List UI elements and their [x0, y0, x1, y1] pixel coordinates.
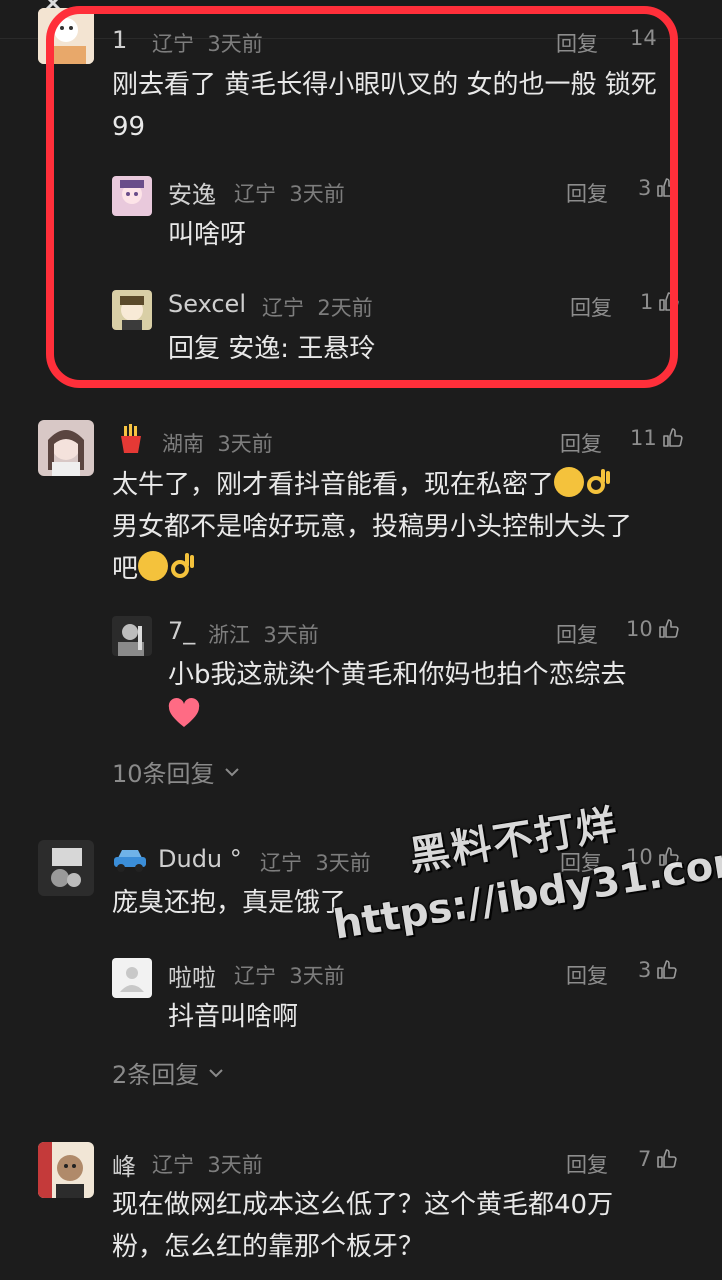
- comment-meta: 辽宁 3天前: [152, 1149, 263, 1179]
- like-button[interactable]: 7: [638, 1147, 679, 1171]
- ok-hand-emoji: [168, 551, 198, 581]
- fries-icon: [121, 424, 141, 453]
- watermark: 黑料不打烊 https://ibdy31.com: [320, 779, 722, 967]
- comment-meta: 湖南 3天前: [162, 428, 273, 458]
- timestamp: 3天前: [263, 623, 319, 647]
- avatar[interactable]: [38, 420, 94, 476]
- timestamp: 3天前: [289, 964, 345, 988]
- ok-hand-emoji: [584, 467, 614, 497]
- comment-text-line: 现在做网红成本这么低了？这个黄毛都40万: [112, 1190, 614, 1220]
- commenter-name[interactable]: Dudu °: [158, 845, 242, 873]
- reply-button[interactable]: 回复: [566, 1149, 608, 1179]
- heart-icon: [168, 698, 200, 727]
- reply-button[interactable]: 回复: [556, 619, 598, 649]
- more-replies-label: 2条回复: [112, 1061, 200, 1089]
- location: 湖南: [162, 432, 204, 456]
- like-count: 3: [638, 958, 652, 982]
- like-button[interactable]: 3: [638, 958, 679, 982]
- location: 辽宁: [152, 1153, 194, 1177]
- commenter-name[interactable]: 啦啦: [168, 958, 216, 993]
- thumbs-up-icon: [662, 428, 683, 447]
- reply-button[interactable]: 回复: [566, 960, 608, 990]
- chevron-down-icon: [224, 767, 239, 776]
- avatar[interactable]: [38, 840, 94, 896]
- timestamp: 3天前: [217, 432, 273, 456]
- comment-text-line: 太牛了，刚才看抖音能看，现在私密了: [112, 470, 555, 500]
- comment-meta: 浙江 3天前: [208, 619, 319, 649]
- like-count: 11: [630, 426, 657, 450]
- comment-text-line: 男女都不是啥好玩意，投稿男小头控制大头了: [112, 512, 633, 542]
- thumbs-up-icon: [657, 960, 677, 979]
- like-count: 7: [638, 1147, 652, 1171]
- comment-text: 庞臭还抱，真是饿了: [112, 888, 347, 918]
- like-count: 10: [626, 617, 653, 641]
- comment-text-line: 粉，怎么红的靠那个板牙？: [112, 1232, 425, 1262]
- laugh-emoji: [554, 467, 585, 497]
- avatar[interactable]: [112, 958, 152, 998]
- like-button[interactable]: 11: [630, 426, 685, 450]
- more-replies-button[interactable]: 10条回复: [112, 754, 241, 789]
- more-replies-label: 10条回复: [112, 760, 215, 788]
- avatar[interactable]: [38, 1142, 94, 1198]
- location: 浙江: [208, 623, 250, 647]
- timestamp: 3天前: [207, 1153, 263, 1177]
- location: 辽宁: [260, 851, 302, 875]
- comment-text-line: 吧: [112, 554, 139, 584]
- comment-text: 太牛了，刚才看抖音能看，现在私密了 男女都不是啥好玩意，投稿男小头控制大头了 吧: [112, 464, 702, 590]
- comment-meta: 辽宁 3天前: [234, 960, 345, 990]
- chevron-down-icon: [209, 1068, 223, 1077]
- comment-text: 抖音叫啥啊: [168, 1002, 299, 1032]
- laugh-emoji: [138, 551, 169, 581]
- commenter-name[interactable]: 7_: [168, 617, 195, 645]
- location: 辽宁: [234, 964, 276, 988]
- thumbs-up-icon: [658, 619, 679, 638]
- commenter-name[interactable]: 峰: [112, 1147, 136, 1182]
- thumbs-up-icon: [657, 1149, 677, 1168]
- like-button[interactable]: 10: [626, 617, 681, 641]
- more-replies-button[interactable]: 2条回复: [112, 1055, 225, 1090]
- comment-text: 小b我这就染个黄毛和你妈也拍个恋综去: [168, 660, 627, 690]
- reply-button[interactable]: 回复: [560, 428, 602, 458]
- highlight-box: [46, 6, 678, 388]
- car-icon: [114, 850, 146, 872]
- comment-text: 现在做网红成本这么低了？这个黄毛都40万 粉，怎么红的靠那个板牙？: [112, 1184, 702, 1268]
- avatar[interactable]: [112, 616, 152, 656]
